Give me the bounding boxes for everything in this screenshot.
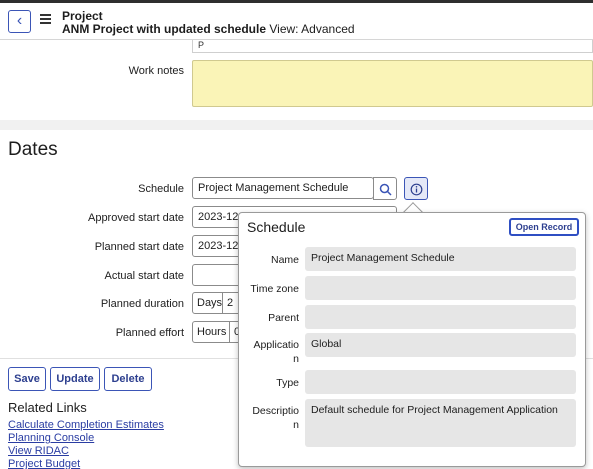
approved-start-label: Approved start date bbox=[87, 212, 184, 224]
text-field-partial[interactable]: P bbox=[192, 40, 593, 53]
popup-name-value: Project Management Schedule bbox=[305, 247, 576, 271]
popup-type-label: Type bbox=[276, 377, 299, 389]
popup-parent-label: Parent bbox=[268, 312, 299, 324]
form-header: ‹ Project ANM Project with updated sched… bbox=[0, 0, 593, 40]
popup-title: Schedule bbox=[247, 219, 306, 235]
schedule-info-button[interactable] bbox=[404, 177, 428, 200]
delete-button[interactable]: Delete bbox=[104, 367, 152, 391]
schedule-lookup-button[interactable] bbox=[373, 177, 397, 200]
popup-timezone-label: Time zone bbox=[250, 283, 299, 295]
form-title: Project bbox=[62, 9, 103, 23]
related-links-title: Related Links bbox=[8, 400, 87, 415]
open-record-button[interactable]: Open Record bbox=[509, 218, 579, 236]
planned-start-label: Planned start date bbox=[94, 241, 184, 253]
section-divider bbox=[0, 120, 593, 130]
popup-description-label: Descriptio n bbox=[252, 405, 299, 431]
hamburger-menu-icon[interactable] bbox=[40, 14, 51, 24]
chevron-left-icon: ‹ bbox=[16, 12, 23, 29]
schedule-preview-popup: Schedule Open Record Name Project Manage… bbox=[238, 212, 586, 467]
popup-timezone-value bbox=[305, 276, 576, 300]
popup-application-label: Applicatio n bbox=[253, 339, 299, 365]
back-button[interactable]: ‹ bbox=[8, 10, 31, 33]
effort-hours-label: Hours bbox=[192, 321, 230, 343]
save-button[interactable]: Save bbox=[8, 367, 46, 391]
info-icon bbox=[410, 183, 423, 196]
popup-type-value bbox=[305, 370, 576, 394]
duration-days-label: Days bbox=[192, 292, 223, 314]
planned-effort-label: Planned effort bbox=[115, 327, 184, 339]
form-subtitle: ANM Project with updated schedule View: … bbox=[62, 22, 355, 36]
link-project-budget[interactable]: Project Budget bbox=[8, 458, 80, 469]
upper-section: P Work notes bbox=[0, 40, 593, 120]
popup-application-value: Global bbox=[305, 333, 576, 357]
update-button[interactable]: Update bbox=[50, 367, 100, 391]
schedule-label: Schedule bbox=[138, 183, 184, 195]
view-indicator[interactable]: View: Advanced bbox=[269, 22, 354, 36]
popup-parent-value bbox=[305, 305, 576, 329]
popup-name-label: Name bbox=[270, 254, 299, 266]
work-notes-label: Work notes bbox=[128, 65, 184, 77]
link-view-ridac[interactable]: View RIDAC bbox=[8, 445, 69, 457]
search-icon bbox=[379, 183, 392, 196]
popup-description-value: Default schedule for Project Management … bbox=[305, 399, 576, 447]
record-name: ANM Project with updated schedule bbox=[62, 22, 267, 36]
link-calculate-completion[interactable]: Calculate Completion Estimates bbox=[8, 419, 164, 431]
work-notes-field[interactable] bbox=[192, 60, 593, 107]
link-planning-console[interactable]: Planning Console bbox=[8, 432, 94, 444]
actual-start-label: Actual start date bbox=[104, 270, 185, 282]
section-title: Dates bbox=[8, 139, 58, 160]
planned-duration-label: Planned duration bbox=[100, 298, 184, 310]
schedule-field[interactable]: Project Management Schedule bbox=[192, 177, 374, 199]
